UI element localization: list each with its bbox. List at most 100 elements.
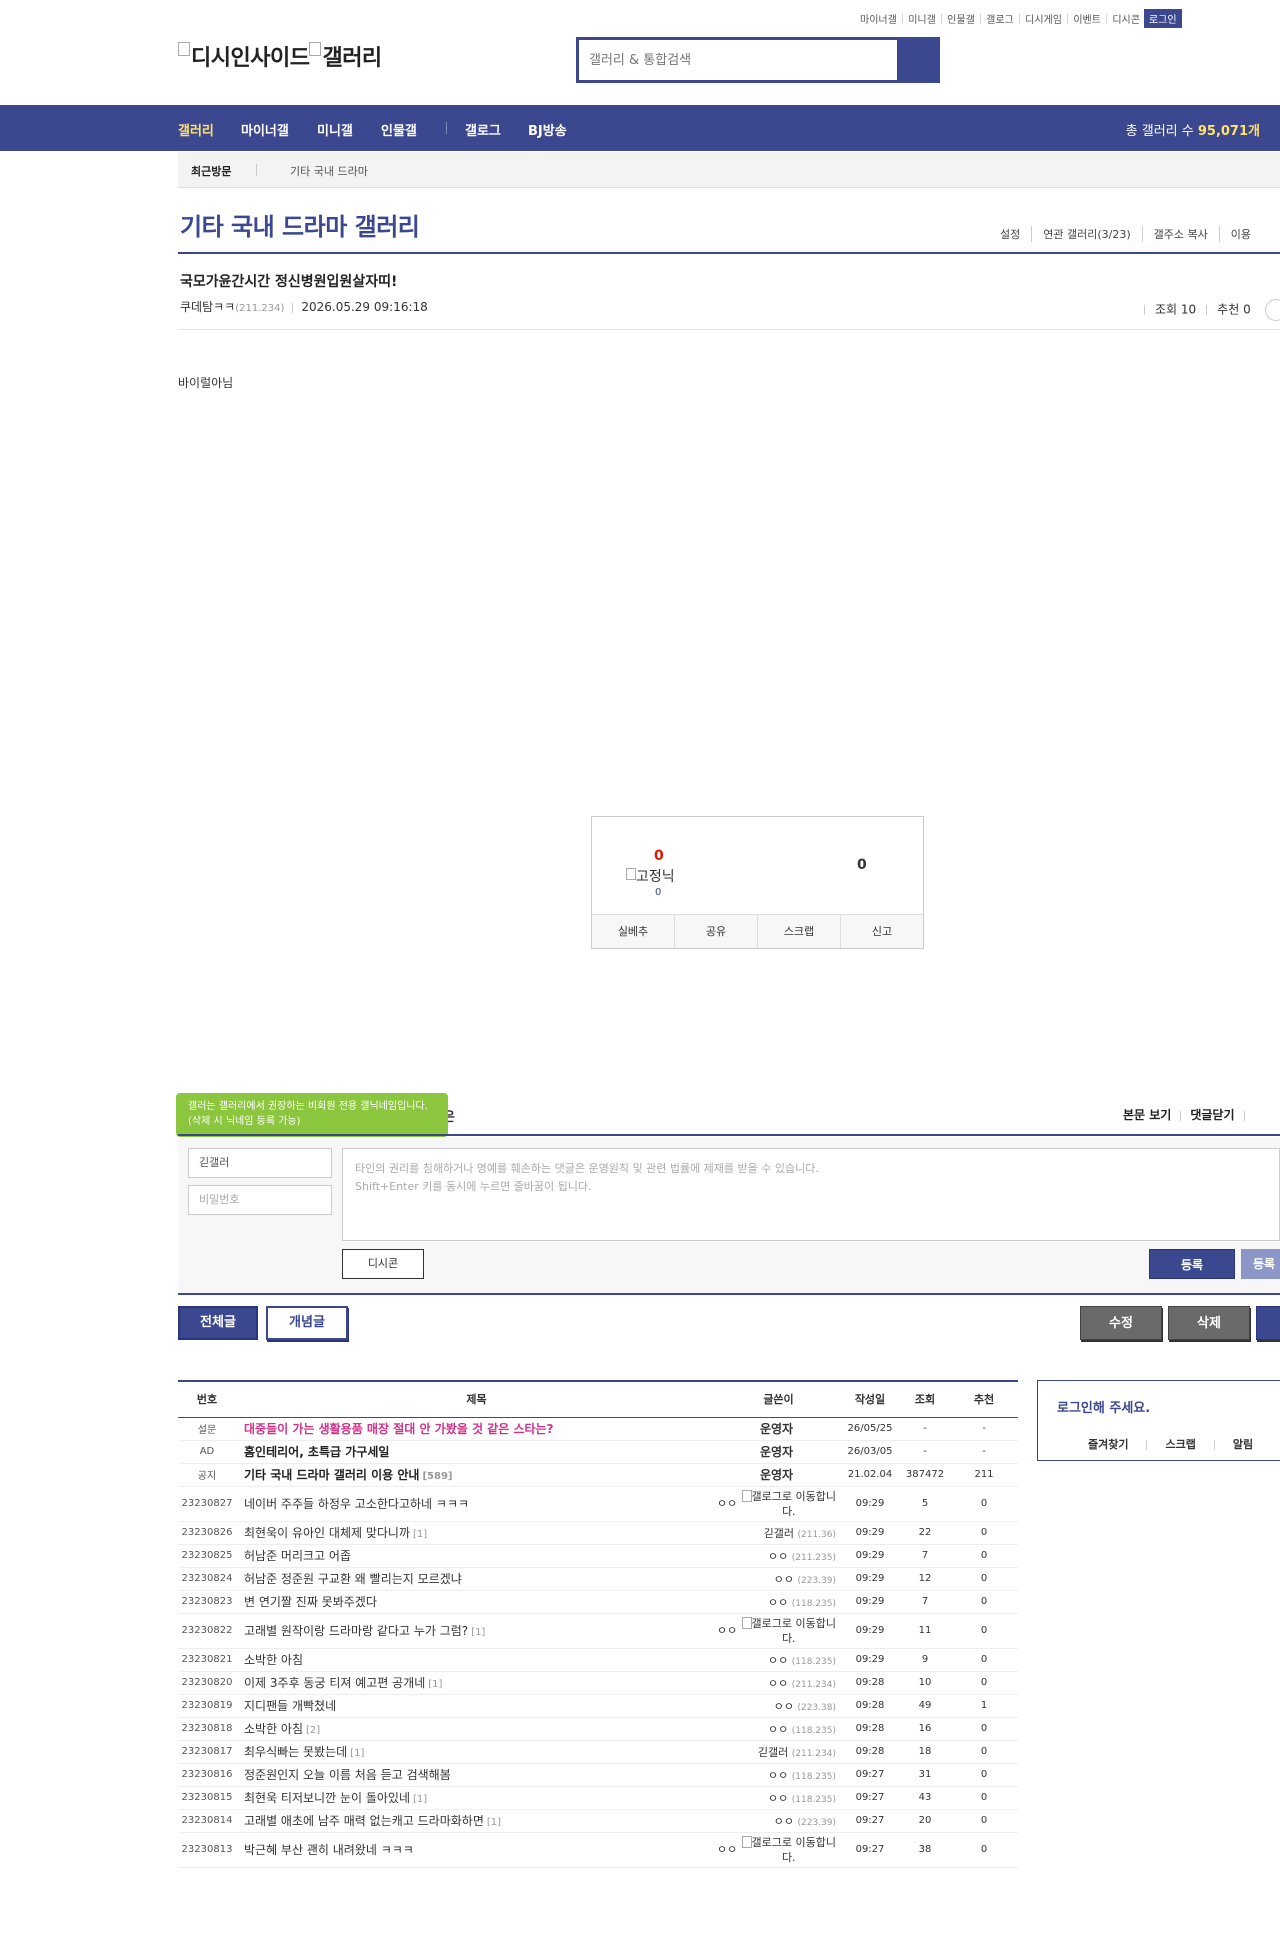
- row-title-link[interactable]: 박근혜 부산 괜히 내려왔네 ㅋㅋㅋ: [244, 1843, 414, 1857]
- util-link[interactable]: 갤로그: [986, 11, 1014, 26]
- gallog-link[interactable]: 갤로그로 이동합니다.: [741, 1489, 837, 1519]
- view-post-link[interactable]: 본문 보기: [1123, 1108, 1171, 1122]
- table-row[interactable]: 23230814 고래별 애초에 남주 매력 없는캐고 드라마화하면 [1] ㅇㅇ (…: [178, 1809, 1018, 1833]
- nav-mini[interactable]: 미니갤: [317, 120, 353, 139]
- tab-best-posts[interactable]: 개념글: [266, 1306, 348, 1340]
- row-writer[interactable]: 운영자: [717, 1417, 840, 1441]
- table-row[interactable]: 23230821 소박한 아침 ㅇㅇ (118.235) 09:29 9 0: [178, 1648, 1018, 1672]
- row-writer[interactable]: ㅇㅇ (118.235): [717, 1590, 840, 1614]
- real-best-button[interactable]: 실베추: [592, 915, 674, 948]
- row-title-link[interactable]: 소박한 아침: [244, 1722, 303, 1736]
- scrap-link[interactable]: 스크랩: [1165, 1438, 1195, 1451]
- row-writer[interactable]: ㅇㅇ (118.235): [717, 1763, 840, 1787]
- row-title-link[interactable]: 최현욱 티저보니깐 눈이 돌아있네: [244, 1791, 410, 1805]
- search-button[interactable]: [897, 40, 937, 80]
- comment-count[interactable]: [2]: [306, 1725, 320, 1736]
- row-title-link[interactable]: 허남준 정준원 구교환 왜 빨리는지 모르겠냐: [244, 1572, 462, 1586]
- table-row[interactable]: 23230826 최현욱이 유아인 대체제 맞다니까 [1] 긷갤러 (211.36)…: [178, 1521, 1018, 1545]
- row-title-link[interactable]: 이제 3주후 동궁 티져 예고편 공개네: [244, 1676, 425, 1690]
- gallery-title[interactable]: 기타 국내 드라마 갤러리: [180, 207, 420, 242]
- row-title-link[interactable]: 고래별 애초에 남주 매력 없는캐고 드라마화하면: [244, 1814, 484, 1828]
- row-writer[interactable]: 긷갤러 (211.36): [717, 1521, 840, 1545]
- row-writer[interactable]: ㅇㅇ (118.235): [717, 1786, 840, 1810]
- comment-submit-recommend-button[interactable]: 등록: [1241, 1249, 1280, 1279]
- comment-submit-button[interactable]: 등록: [1149, 1249, 1235, 1279]
- table-row[interactable]: 23230824 허남준 정준원 구교환 왜 빨리는지 모르겠냐 ㅇㅇ (223.3…: [178, 1567, 1018, 1591]
- row-writer[interactable]: ㅇㅇ (223.39): [717, 1567, 840, 1591]
- row-title-link[interactable]: 기타 국내 드라마 갤러리 이용 안내: [244, 1468, 419, 1482]
- util-link[interactable]: 이벤트: [1073, 11, 1101, 26]
- comment-textarea[interactable]: 타인의 권리를 침해하거나 명예를 훼손하는 댓글은 운영원칙 및 관련 법률에…: [342, 1148, 1280, 1241]
- site-logo[interactable]: 디시인사이드 갤러리: [178, 40, 382, 72]
- row-writer[interactable]: ㅇㅇ (118.235): [717, 1648, 840, 1672]
- login-prompt[interactable]: 로그인해 주세요.: [1057, 1397, 1150, 1416]
- recent-item[interactable]: 기타 국내 드라마: [290, 163, 368, 179]
- util-link[interactable]: 인물갤: [947, 11, 975, 26]
- table-row[interactable]: 23230819 지디팬들 개빡쳤네 ㅇㅇ (223.38) 09:28 49 1: [178, 1694, 1018, 1718]
- nav-gallery[interactable]: 갤러리: [178, 120, 214, 139]
- table-row[interactable]: 23230825 허남준 머리크고 어좁 ㅇㅇ (211.235) 09:29 7 0: [178, 1544, 1018, 1568]
- edit-button[interactable]: 수정: [1080, 1306, 1162, 1340]
- row-writer[interactable]: ㅇㅇ (223.39): [717, 1809, 840, 1833]
- nav-person[interactable]: 인물갤: [381, 120, 417, 139]
- write-button[interactable]: 글: [1256, 1306, 1280, 1340]
- comment-count[interactable]: [1]: [471, 1627, 485, 1638]
- table-row[interactable]: 23230813 박근혜 부산 괜히 내려왔네 ㅋㅋㅋ ㅇㅇ 갤로그로 이동합니다.…: [178, 1832, 1018, 1868]
- gallog-link[interactable]: 갤로그로 이동합니다.: [741, 1835, 837, 1865]
- top-login-button[interactable]: 로그인: [1143, 8, 1182, 28]
- link-settings[interactable]: 설정: [1000, 226, 1031, 242]
- comment-count[interactable]: [1]: [350, 1748, 364, 1759]
- upvote-count[interactable]: 0: [654, 848, 664, 864]
- row-title-link[interactable]: 최우식빠는 못봤는데: [244, 1745, 347, 1759]
- link-usage[interactable]: 이용: [1218, 226, 1262, 242]
- row-title-link[interactable]: 대중들이 가는 생활용품 매장 절대 안 가봤을 것 같은 스타는?: [244, 1422, 554, 1436]
- tab-all-posts[interactable]: 전체글: [178, 1306, 258, 1340]
- row-title-link[interactable]: 최현욱이 유아인 대체제 맞다니까: [244, 1526, 410, 1540]
- row-writer[interactable]: 운영자: [717, 1440, 840, 1464]
- table-row[interactable]: 23230817 최우식빠는 못봤는데 [1] 긷갤러 (211.234) 09:28 1…: [178, 1740, 1018, 1764]
- row-title-link[interactable]: 네이버 주주들 하정우 고소한다고하네 ㅋㅋㅋ: [244, 1497, 469, 1511]
- gallog-link[interactable]: 갤로그로 이동합니다.: [741, 1616, 837, 1646]
- row-writer[interactable]: 운영자: [717, 1463, 840, 1487]
- row-title-link[interactable]: 변 연기짤 진짜 못봐주겠다: [244, 1595, 377, 1609]
- dccon-button[interactable]: 디시콘: [342, 1249, 424, 1279]
- close-comments-link[interactable]: 댓글닫기: [1190, 1108, 1234, 1122]
- table-row[interactable]: 23230822 고래별 원작이랑 드라마랑 같다고 누가 그럼? [1] ㅇㅇ 갤로…: [178, 1613, 1018, 1649]
- util-link[interactable]: 마이너갤: [860, 11, 897, 26]
- delete-button[interactable]: 삭제: [1168, 1306, 1250, 1340]
- downvote-count[interactable]: 0: [857, 857, 867, 873]
- share-button[interactable]: 공유: [674, 915, 757, 948]
- row-writer[interactable]: ㅇㅇ (118.235): [717, 1717, 840, 1741]
- util-link[interactable]: 미니갤: [908, 11, 936, 26]
- row-writer[interactable]: ㅇㅇ 갤로그로 이동합니다.: [717, 1486, 840, 1522]
- table-row[interactable]: 23230816 정준원인지 오늘 이름 처음 듣고 검색해봄 ㅇㅇ (118.23…: [178, 1763, 1018, 1787]
- util-link[interactable]: 디시게임: [1025, 11, 1062, 26]
- row-title-link[interactable]: 지디팬들 개빡쳤네: [244, 1699, 336, 1713]
- row-title-link[interactable]: 정준원인지 오늘 이름 처음 듣고 검색해봄: [244, 1768, 451, 1782]
- row-writer[interactable]: 긷갤러 (211.234): [717, 1740, 840, 1764]
- row-writer[interactable]: ㅇㅇ 갤로그로 이동합니다.: [717, 1832, 840, 1868]
- row-title-link[interactable]: 허남준 머리크고 어좁: [244, 1549, 351, 1563]
- row-writer[interactable]: ㅇㅇ (211.235): [717, 1544, 840, 1568]
- table-row[interactable]: 23230815 최현욱 티저보니깐 눈이 돌아있네 [1] ㅇㅇ (118.235)…: [178, 1786, 1018, 1810]
- row-writer[interactable]: ㅇㅇ (211.234): [717, 1671, 840, 1695]
- row-writer[interactable]: ㅇㅇ (223.38): [717, 1694, 840, 1718]
- table-row[interactable]: 23230823 변 연기짤 진짜 못봐주겠다 ㅇㅇ (118.235) 09:29 7…: [178, 1590, 1018, 1614]
- nav-bj[interactable]: BJ방송: [528, 120, 567, 139]
- link-copy-url[interactable]: 갤주소 복사: [1141, 226, 1219, 242]
- comment-count[interactable]: [589]: [422, 1471, 452, 1482]
- table-row[interactable]: 23230827 네이버 주주들 하정우 고소한다고하네 ㅋㅋㅋ ㅇㅇ 갤로그로 이…: [178, 1486, 1018, 1522]
- row-title-link[interactable]: 소박한 아침: [244, 1653, 303, 1667]
- post-author[interactable]: 쿠데탐ㅋㅋ: [180, 300, 235, 314]
- nav-minor[interactable]: 마이너갤: [241, 120, 289, 139]
- fixed-nick-upvote[interactable]: 고정닉: [626, 866, 675, 886]
- table-row[interactable]: 23230820 이제 3주후 동궁 티져 예고편 공개네 [1] ㅇㅇ (211.2…: [178, 1671, 1018, 1695]
- table-row[interactable]: 설문 대중들이 가는 생활용품 매장 절대 안 가봤을 것 같은 스타는? 운영자 2…: [178, 1417, 1018, 1441]
- comment-count[interactable]: [1]: [413, 1794, 427, 1805]
- notification-link[interactable]: 알림: [1233, 1438, 1253, 1451]
- favorites-link[interactable]: 즐겨찾기: [1088, 1438, 1128, 1451]
- row-title-link[interactable]: 홈인테리어, 초특급 가구세일: [244, 1445, 389, 1459]
- password-field[interactable]: 비밀번호: [188, 1185, 332, 1215]
- table-row[interactable]: 23230818 소박한 아침 [2] ㅇㅇ (118.235) 09:28 16 0: [178, 1717, 1018, 1741]
- comment-count[interactable]: [1]: [428, 1679, 442, 1690]
